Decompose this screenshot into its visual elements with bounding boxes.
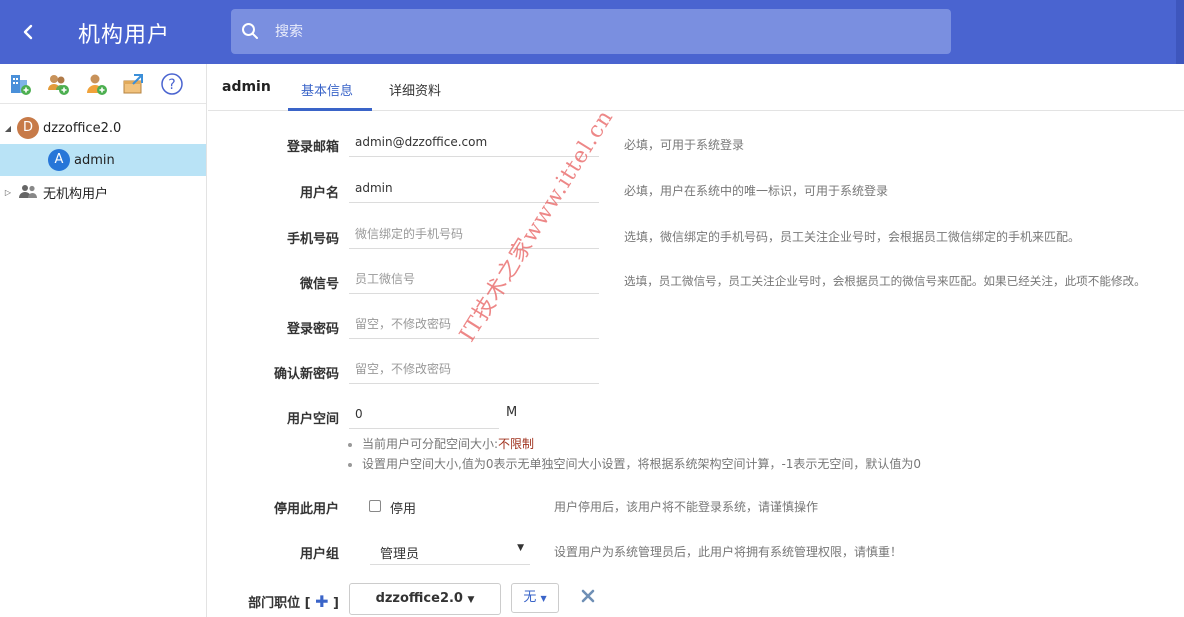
page-title: 机构用户 <box>78 23 171 48</box>
disable-checkbox-label[interactable]: 停用 <box>390 498 416 517</box>
search-input[interactable] <box>275 9 935 54</box>
wechat-hint: 选填，员工微信号，员工关注企业号时，会根据员工的微信号来匹配。如果已经关注，此项… <box>624 274 1146 288</box>
group-label: 用户组 <box>299 547 339 562</box>
position-dropdown[interactable]: 无 ▼ <box>511 583 559 613</box>
tree-node-label: dzzoffice2.0 <box>43 120 122 136</box>
disable-checkbox[interactable] <box>369 500 381 512</box>
add-user-button[interactable] <box>84 72 108 96</box>
import-button[interactable] <box>122 72 146 96</box>
add-org-button[interactable] <box>8 72 32 96</box>
department-label-suffix: ] <box>333 596 339 611</box>
remove-department-button[interactable] <box>580 588 596 604</box>
back-button[interactable] <box>14 18 42 46</box>
tree-node-label: admin <box>74 152 115 168</box>
help-button[interactable]: ? <box>160 72 184 96</box>
tab-active-indicator <box>288 108 372 111</box>
search-icon <box>242 23 258 39</box>
username-label: 用户名 <box>299 186 339 201</box>
add-group-icon <box>48 74 69 95</box>
phone-hint: 选填，微信绑定的手机号码，员工关注企业号时，会根据员工微信绑定的手机来匹配。 <box>624 230 1081 244</box>
department-label: 部门职位 [ ✚ ] <box>207 592 339 611</box>
tree-node-label: 无机构用户 <box>43 186 109 202</box>
space-note-value: 不限制 <box>498 437 535 451</box>
search-box[interactable] <box>231 9 951 54</box>
avatar: A <box>48 149 70 171</box>
add-department-button[interactable]: ✚ <box>315 592 328 611</box>
add-group-button[interactable] <box>46 72 70 96</box>
header-edge <box>1176 0 1184 64</box>
help-icon: ? <box>161 72 183 95</box>
caret-down-icon: ▼ <box>467 595 475 605</box>
user-name: admin <box>222 79 271 95</box>
sidebar: ? ◢ D dzzoffice2.0 A admin ▷ 无机构用户 <box>0 64 207 617</box>
group-select-value: 管理员 <box>380 547 420 562</box>
add-org-icon <box>11 74 31 95</box>
space-field[interactable] <box>349 399 499 429</box>
confirm-password-label: 确认新密码 <box>273 367 339 382</box>
space-notes: 当前用户可分配空间大小:不限制 设置用户空间大小,值为0表示无单独空间大小设置，… <box>348 436 921 476</box>
tab-basic-info[interactable]: 基本信息 <box>301 80 353 99</box>
phone-label: 手机号码 <box>286 232 339 247</box>
tree-node-user-admin[interactable]: A admin <box>0 144 206 176</box>
tab-bar: admin 基本信息 详细资料 <box>208 64 1184 111</box>
space-note-text: 设置用户空间大小,值为0表示无单独空间大小设置，将根据系统架构空间计算，-1表示… <box>362 457 922 471</box>
import-icon <box>123 73 143 93</box>
add-user-icon <box>87 74 107 95</box>
disable-label: 停用此用户 <box>273 502 339 517</box>
department-label-prefix: 部门职位 [ <box>248 596 311 611</box>
close-icon <box>581 589 595 603</box>
disable-hint: 用户停用后，该用户将不能登录系统，请谨慎操作 <box>554 500 819 514</box>
tree-node-org[interactable]: ◢ D dzzoffice2.0 <box>0 112 206 144</box>
space-unit: M <box>506 405 518 420</box>
department-dropdown[interactable]: dzzoffice2.0 ▼ <box>349 583 501 615</box>
password-label: 登录密码 <box>286 322 339 337</box>
wechat-label: 微信号 <box>299 277 339 292</box>
space-note-1: 当前用户可分配空间大小:不限制 <box>348 436 921 456</box>
email-hint: 必填，可用于系统登录 <box>624 138 745 152</box>
caret-down-icon[interactable]: ◢ <box>3 124 13 133</box>
top-bar: 机构用户 <box>0 0 1184 64</box>
group-select[interactable]: 管理员 ▼ <box>370 535 530 565</box>
username-hint: 必填，用户在系统中的唯一标识，可用于系统登录 <box>624 184 889 198</box>
space-note-prefix: 当前用户可分配空间大小: <box>362 437 499 451</box>
sidebar-toolbar: ? <box>0 64 206 104</box>
position-value: 无 <box>523 590 537 605</box>
tab-details[interactable]: 详细资料 <box>389 80 441 99</box>
caret-down-icon: ▼ <box>540 594 547 603</box>
space-label: 用户空间 <box>286 412 339 427</box>
chevron-left-icon <box>23 24 33 40</box>
email-label: 登录邮箱 <box>286 140 339 155</box>
avatar: D <box>17 117 39 139</box>
space-note-2: 设置用户空间大小,值为0表示无单独空间大小设置，将根据系统架构空间计算，-1表示… <box>348 456 921 476</box>
tree-node-unassigned[interactable]: ▷ 无机构用户 <box>0 176 206 208</box>
users-icon <box>19 185 37 198</box>
phone-field[interactable] <box>349 219 599 249</box>
caret-down-icon: ▼ <box>517 543 524 553</box>
confirm-password-field[interactable] <box>349 354 599 384</box>
svg-text:?: ? <box>168 77 175 93</box>
group-hint: 设置用户为系统管理员后，此用户将拥有系统管理权限，请慎重！ <box>554 545 903 559</box>
department-value: dzzoffice2.0 <box>375 591 463 606</box>
caret-right-icon[interactable]: ▷ <box>3 188 13 197</box>
